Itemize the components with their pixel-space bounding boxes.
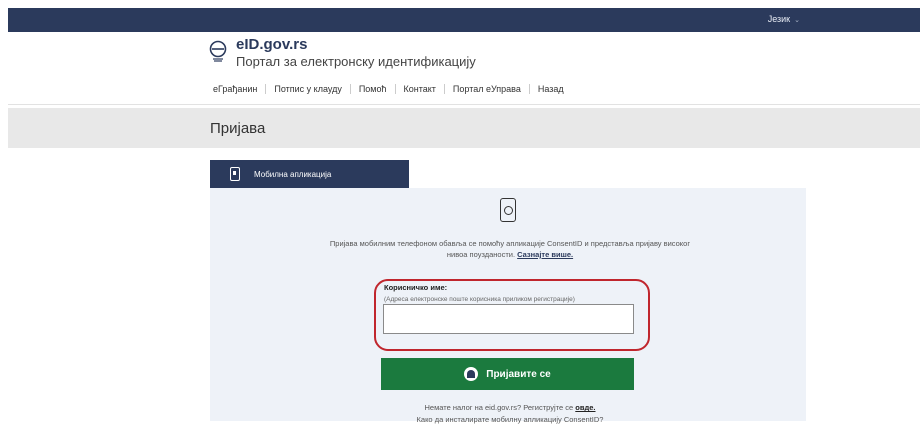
login-panel: Пријава мобилним телефоном обавља се пом… [210, 188, 806, 424]
install-app-link[interactable]: Како да инсталирате мобилну апликацију C… [320, 415, 700, 424]
top-bar: Језик ⌄ [8, 8, 920, 32]
nav-egradjanin[interactable]: еГрађанин [213, 84, 267, 94]
nav-divider [8, 104, 920, 105]
register-text: Немате налог на eid.gov.rs? Региструјте … [424, 403, 574, 412]
language-label: Језик [767, 14, 791, 24]
tab-label: Мобилна апликација [254, 169, 332, 179]
register-link[interactable]: овде. [575, 403, 595, 412]
mobile-phone-icon [230, 167, 240, 181]
learn-more-link[interactable]: Сазнајте више. [517, 250, 573, 259]
title-bar: Пријава [8, 108, 920, 148]
login-description: Пријава мобилним телефоном обавља се пом… [320, 238, 700, 260]
main-nav: еГрађанин Потпис у клауду Помоћ Контакт … [213, 84, 572, 94]
chevron-down-icon: ⌄ [794, 17, 800, 24]
nav-contact[interactable]: Контакт [396, 84, 445, 94]
page-title: Пријава [210, 120, 266, 137]
language-selector[interactable]: Језик ⌄ [768, 14, 800, 24]
nav-back[interactable]: Назад [530, 84, 572, 94]
smartphone-icon [500, 198, 516, 222]
username-hint: (Адреса електронске поште корисника прил… [384, 296, 575, 303]
login-button-label: Пријавите се [486, 368, 551, 380]
login-button[interactable]: Пријавите се [381, 358, 634, 390]
portal-tagline: Портал за електронску идентификацију [236, 54, 476, 69]
brand-name[interactable]: eID.gov.rs [236, 36, 307, 53]
description-text: Пријава мобилним телефоном обавља се пом… [329, 239, 691, 259]
nav-help[interactable]: Помоћ [351, 84, 396, 94]
username-label: Корисничко име: [384, 283, 448, 292]
register-prompt: Немате налог на eid.gov.rs? Региструјте … [320, 403, 700, 412]
eid-login-icon [464, 367, 479, 381]
nav-euprava-portal[interactable]: Портал еУправа [445, 84, 530, 94]
tab-mobile-app[interactable]: Мобилна апликација [210, 160, 409, 188]
eid-logo-icon [209, 40, 227, 62]
username-input[interactable] [383, 304, 634, 334]
nav-cloud-signature[interactable]: Потпис у клауду [266, 84, 351, 94]
